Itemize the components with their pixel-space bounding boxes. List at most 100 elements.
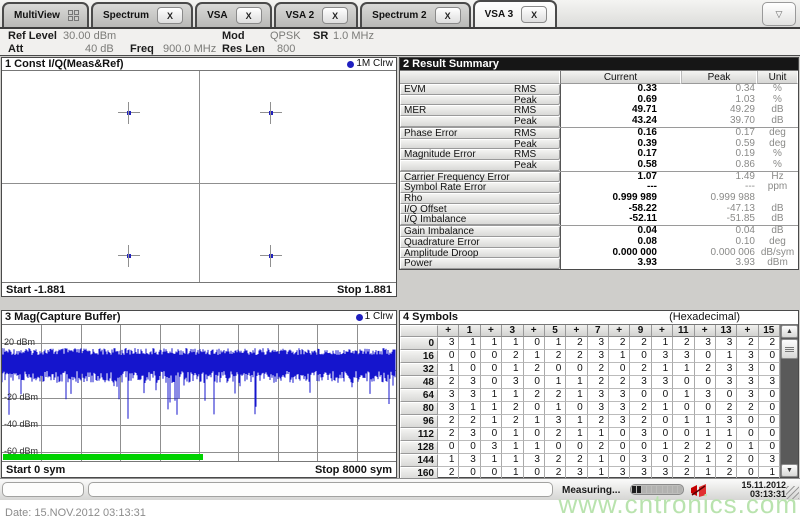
result-name: EVM xyxy=(404,84,426,95)
symbols-row-label: 128 xyxy=(400,441,438,454)
symbol-cell: 2 xyxy=(459,415,481,428)
symbol-cell: 3 xyxy=(630,428,652,441)
symbols-row: 96 2 2 1 2 1 3 1 2 3 2 0 1 1 3 0 0 xyxy=(400,415,780,428)
att-label: Att xyxy=(8,43,24,55)
tab-close-icon[interactable]: X xyxy=(235,7,262,24)
result-row-label: Peak xyxy=(400,138,560,150)
symbols-column-header: 5 xyxy=(544,325,567,337)
symbol-cell: 1 xyxy=(502,441,524,454)
result-peak-value: 0.86 xyxy=(735,158,755,170)
mag-capture-panel: 3 Mag(Capture Buffer) 1 Clrw 20 dBm -20 d… xyxy=(1,310,397,478)
tab-close-icon[interactable]: X xyxy=(521,6,548,23)
result-name: I/Q Offset xyxy=(404,203,447,215)
tab-multiview[interactable]: MultiView xyxy=(2,2,89,27)
symbol-cell: 3 xyxy=(459,454,481,467)
scrollbar-track[interactable] xyxy=(781,360,798,464)
result-current-value: -52.11 xyxy=(629,213,657,225)
tab-overflow-button[interactable]: ▽ xyxy=(762,2,796,26)
result-current-value: 49.71 xyxy=(631,104,657,116)
symbols-column-header: + xyxy=(438,325,460,337)
symbol-cell: 2 xyxy=(544,454,567,467)
symbol-cell: 0 xyxy=(523,402,545,415)
symbol-cell: 0 xyxy=(673,402,695,415)
symbols-column-header: + xyxy=(480,325,503,337)
mag-capture-title[interactable]: 3 Mag(Capture Buffer) 1 Clrw xyxy=(2,311,396,325)
symbol-cell: 3 xyxy=(715,415,738,428)
symbol-cell: 1 xyxy=(651,363,674,376)
symbol-cell: 0 xyxy=(758,441,780,454)
symbol-cell: 1 xyxy=(694,415,716,428)
result-current-value: 0.33 xyxy=(637,83,657,94)
tab-close-icon[interactable]: X xyxy=(157,7,184,24)
mag-plot: 20 dBm -20 dBm -40 dBm -60 dBm xyxy=(2,325,396,461)
symbol-cell: 0 xyxy=(630,350,652,363)
symbol-cell: 0 xyxy=(566,363,588,376)
result-summary-title[interactable]: 2 Result Summary xyxy=(400,58,798,71)
result-unit: dB xyxy=(771,213,784,225)
symbol-cell: 0 xyxy=(758,363,780,376)
symbol-cell: 0 xyxy=(694,376,716,389)
symbol-cell: 3 xyxy=(694,337,716,350)
result-current-value: 0.58 xyxy=(637,158,657,170)
symbol-cell: 2 xyxy=(566,337,588,350)
scrollbar-thumb[interactable] xyxy=(781,339,798,359)
symbol-cell: 3 xyxy=(609,389,631,402)
symbols-scrollbar[interactable]: ▲ ▼ xyxy=(781,325,798,477)
result-name: Rho xyxy=(404,193,423,205)
result-current-value: 0.16 xyxy=(637,126,657,138)
symbol-cell: 3 xyxy=(587,337,609,350)
tab-vsa-2[interactable]: VSA 2 X xyxy=(273,2,359,27)
trace-dot-icon xyxy=(355,313,363,321)
symbol-cell: 2 xyxy=(587,441,609,454)
symbols-row-label: 64 xyxy=(400,389,438,402)
constellation-legend-text: 1M Clrw xyxy=(356,58,393,69)
result-current-value: 0.39 xyxy=(637,137,657,149)
constellation-panel-title[interactable]: 1 Const I/Q(Meas&Ref) 1M Clrw xyxy=(2,58,396,71)
symbols-header-row: +1 +3 +5 +7 +9 +11 +13 +15 xyxy=(400,325,780,337)
result-row-label: Carrier Frequency Error xyxy=(400,171,560,183)
dropdown-triangle-icon: ▽ xyxy=(775,8,783,19)
symbol-cell: 3 xyxy=(609,415,631,428)
mag-start-label: Start 0 sym xyxy=(6,463,66,476)
result-values: -58.22 -47.13 dB xyxy=(560,203,798,215)
symbol-cell: 2 xyxy=(566,350,588,363)
scroll-down-icon[interactable]: ▼ xyxy=(781,464,798,477)
tab-vsa-3[interactable]: VSA 3 X xyxy=(472,0,558,27)
symbol-cell: 2 xyxy=(758,337,780,350)
symbol-cell: 1 xyxy=(523,441,545,454)
symbols-column-header: + xyxy=(737,325,759,337)
symbol-cell: 1 xyxy=(651,402,674,415)
result-current-value: 3.93 xyxy=(637,257,657,269)
symbol-cell: 1 xyxy=(502,363,524,376)
symbol-cell: 0 xyxy=(758,389,780,402)
symbol-cell: 0 xyxy=(758,428,780,441)
result-current-value: 43.24 xyxy=(631,115,657,127)
scroll-up-icon[interactable]: ▲ xyxy=(781,325,798,338)
symbols-row: 80 3 1 1 2 0 1 0 3 3 2 1 0 0 2 2 0 xyxy=(400,402,780,415)
symbols-title[interactable]: 4 Symbols (Hexadecimal) xyxy=(400,311,798,325)
symbol-cell: 2 xyxy=(694,441,716,454)
symbol-cell: 3 xyxy=(630,454,652,467)
symbol-cell: 0 xyxy=(609,363,631,376)
result-row: Quadrature Error 0.08 0.10 deg xyxy=(400,236,798,248)
symbol-cell: 0 xyxy=(651,415,674,428)
result-row-label: Power xyxy=(400,258,560,269)
symbol-cell: 0 xyxy=(523,337,545,350)
tab-close-icon[interactable]: X xyxy=(322,7,349,24)
symbol-cell: 1 xyxy=(715,428,738,441)
tab-spectrum-2[interactable]: Spectrum 2 X xyxy=(360,2,471,27)
symbol-cell: 0 xyxy=(566,441,588,454)
symbols-column-header: 13 xyxy=(715,325,738,337)
result-row-label: Gain Imbalance xyxy=(400,226,560,237)
tab-close-icon[interactable]: X xyxy=(434,7,461,24)
result-peak-value: 3.93 xyxy=(735,257,755,269)
result-values: 43.24 39.70 dB xyxy=(560,116,798,127)
tab-label: MultiView xyxy=(14,10,60,21)
tab-spectrum[interactable]: Spectrum X xyxy=(90,2,194,27)
tab-vsa[interactable]: VSA X xyxy=(195,2,272,27)
constellation-x-axis xyxy=(2,182,396,184)
result-unit: deg xyxy=(769,126,786,138)
result-unit: ppm xyxy=(767,181,788,193)
result-row-label: MER RMS xyxy=(400,105,560,117)
symbol-cell: 1 xyxy=(566,389,588,402)
